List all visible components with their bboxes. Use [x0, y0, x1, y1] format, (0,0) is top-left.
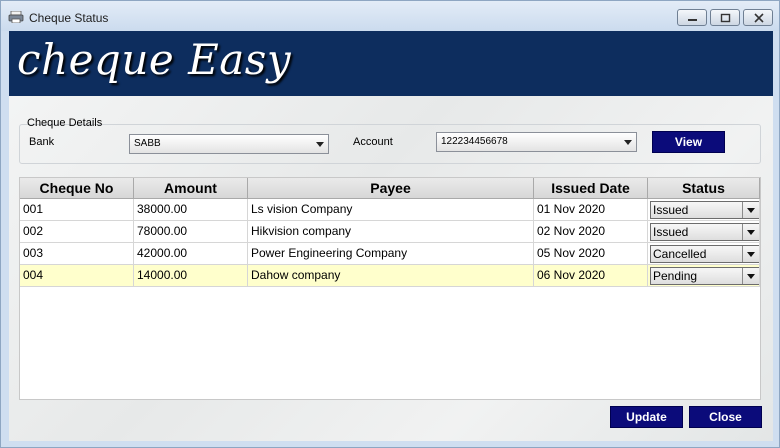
- cell-payee[interactable]: Ls vision Company: [248, 199, 534, 221]
- chevron-down-icon[interactable]: [742, 224, 759, 240]
- bank-select-value: SABB: [134, 138, 161, 149]
- status-select-value: Cancelled: [653, 247, 707, 261]
- cell-payee[interactable]: Power Engineering Company: [248, 243, 534, 265]
- view-button[interactable]: View: [652, 131, 725, 153]
- chevron-down-icon: [624, 140, 632, 145]
- cell-cheque-no[interactable]: 001: [20, 199, 134, 221]
- table-row-selected[interactable]: 004 14000.00 Dahow company 06 Nov 2020 P…: [20, 265, 760, 287]
- cell-issued-date[interactable]: 05 Nov 2020: [534, 243, 648, 265]
- column-header-payee[interactable]: Payee: [248, 178, 534, 199]
- window-title: Cheque Status: [29, 11, 109, 25]
- status-select[interactable]: Pending: [650, 267, 759, 285]
- chevron-down-icon[interactable]: [742, 246, 759, 262]
- cell-amount[interactable]: 78000.00: [134, 221, 248, 243]
- column-header-status[interactable]: Status: [648, 178, 760, 199]
- cheque-details-legend: Cheque Details: [27, 117, 103, 129]
- close-window-button[interactable]: [743, 9, 773, 26]
- column-header-issued-date[interactable]: Issued Date: [534, 178, 648, 199]
- cell-amount[interactable]: 14000.00: [134, 265, 248, 287]
- status-select[interactable]: Cancelled: [650, 245, 759, 263]
- table-row[interactable]: 001 38000.00 Ls vision Company 01 Nov 20…: [20, 199, 760, 221]
- bank-label: Bank: [29, 136, 55, 148]
- cell-status: Issued: [648, 199, 760, 221]
- status-select-value: Pending: [653, 269, 698, 283]
- app-banner: cheque Easy: [9, 31, 773, 96]
- chevron-down-icon[interactable]: [742, 202, 759, 218]
- maximize-button[interactable]: [710, 9, 740, 26]
- account-label: Account: [353, 136, 393, 148]
- table-row[interactable]: 003 42000.00 Power Engineering Company 0…: [20, 243, 760, 265]
- cell-status: Issued: [648, 221, 760, 243]
- update-button[interactable]: Update: [610, 406, 683, 428]
- cell-issued-date[interactable]: 06 Nov 2020: [534, 265, 648, 287]
- printer-icon: [8, 10, 24, 24]
- table-row[interactable]: 002 78000.00 Hikvision company 02 Nov 20…: [20, 221, 760, 243]
- cell-cheque-no[interactable]: 003: [20, 243, 134, 265]
- status-select[interactable]: Issued: [650, 223, 759, 241]
- bank-select[interactable]: SABB: [129, 134, 329, 154]
- cheque-details-group: Bank SABB Account 122234456678 View: [19, 124, 761, 164]
- cell-status: Cancelled: [648, 243, 760, 265]
- title-bar[interactable]: Cheque Status: [1, 1, 779, 31]
- cell-amount[interactable]: 42000.00: [134, 243, 248, 265]
- cheque-grid: Cheque No Amount Payee Issued Date Statu…: [19, 177, 761, 400]
- close-button[interactable]: Close: [689, 406, 762, 428]
- cell-amount[interactable]: 38000.00: [134, 199, 248, 221]
- grid-header: Cheque No Amount Payee Issued Date Statu…: [20, 178, 760, 199]
- cell-payee[interactable]: Dahow company: [248, 265, 534, 287]
- account-select[interactable]: 122234456678: [436, 132, 637, 152]
- cheque-status-window: Cheque Status cheque Easy Bank SABB Acco…: [0, 0, 780, 448]
- cell-issued-date[interactable]: 01 Nov 2020: [534, 199, 648, 221]
- minimize-icon: [688, 19, 697, 21]
- close-icon: [754, 13, 764, 23]
- cell-cheque-no[interactable]: 002: [20, 221, 134, 243]
- cell-status: Pending: [648, 265, 760, 287]
- restore-icon: [720, 13, 731, 23]
- chevron-down-icon[interactable]: [742, 268, 759, 284]
- minimize-button[interactable]: [677, 9, 707, 26]
- status-select[interactable]: Issued: [650, 201, 759, 219]
- cell-cheque-no[interactable]: 004: [20, 265, 134, 287]
- status-select-value: Issued: [653, 203, 689, 217]
- column-header-amount[interactable]: Amount: [134, 178, 248, 199]
- account-select-value: 122234456678: [441, 136, 508, 147]
- column-header-cheque-no[interactable]: Cheque No: [20, 178, 134, 199]
- cell-issued-date[interactable]: 02 Nov 2020: [534, 221, 648, 243]
- cell-payee[interactable]: Hikvision company: [248, 221, 534, 243]
- app-logo: cheque Easy: [17, 35, 292, 84]
- chevron-down-icon: [316, 142, 324, 147]
- content-area: Bank SABB Account 122234456678 View Cheq…: [9, 96, 773, 441]
- status-select-value: Issued: [653, 225, 689, 239]
